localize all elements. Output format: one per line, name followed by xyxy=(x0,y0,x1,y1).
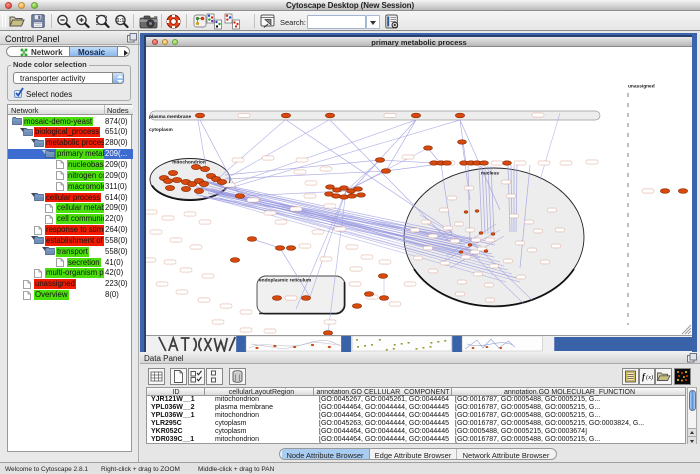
svg-text:nucleus: nucleus xyxy=(481,171,499,177)
svg-text:unassigned: unassigned xyxy=(628,84,655,90)
svg-text:cytoplasm: cytoplasm xyxy=(149,127,173,133)
svg-text:mitochondrion: mitochondrion xyxy=(172,160,206,166)
svg-text:endoplasmic reticulum: endoplasmic reticulum xyxy=(259,278,311,284)
svg-text:plasma membrane: plasma membrane xyxy=(149,114,191,120)
svg-text:(x): (x) xyxy=(646,374,653,381)
svg-text:1:1: 1:1 xyxy=(117,18,125,24)
